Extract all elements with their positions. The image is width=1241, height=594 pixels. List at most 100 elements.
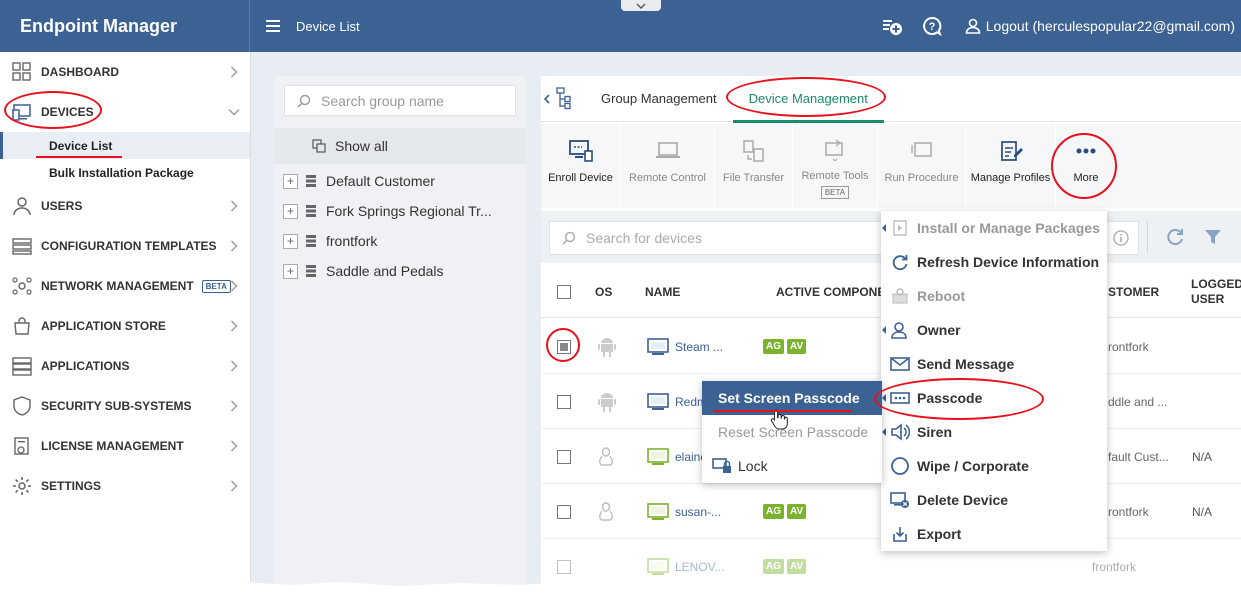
app-title: Endpoint Manager	[0, 0, 250, 52]
menu-item-siren[interactable]: Siren	[881, 415, 1107, 449]
chevron-right-icon	[231, 480, 238, 492]
filter-icon[interactable]	[1203, 227, 1223, 247]
sidebar-item-configuration-templates[interactable]: CONFIGURATION TEMPLATES	[0, 226, 250, 266]
hamburger-menu-icon[interactable]	[266, 20, 280, 32]
row-checkbox[interactable]	[557, 339, 571, 354]
row-checkbox[interactable]	[557, 394, 571, 409]
menu-item-owner[interactable]: Owner	[881, 313, 1107, 347]
speaker-icon	[889, 421, 911, 443]
sidebar-item-users[interactable]: USERS	[0, 186, 250, 226]
expand-icon[interactable]: +	[283, 263, 298, 279]
group-search-input[interactable]	[321, 92, 501, 109]
sidebar-item-devices[interactable]: DEVICES	[0, 92, 250, 132]
toggle-tree-icon[interactable]	[543, 86, 573, 112]
tree-item-group[interactable]: + Default Customer	[283, 166, 435, 196]
refresh-icon[interactable]	[1165, 227, 1185, 247]
logged-user-cell: N/A	[1192, 504, 1213, 519]
sidebar-item-security-sub-systems[interactable]: SECURITY SUB-SYSTEMS	[0, 386, 250, 426]
svg-text:?: ?	[928, 21, 935, 33]
package-icon	[889, 217, 911, 239]
sidebar-item-label: CONFIGURATION TEMPLATES	[41, 239, 217, 253]
tree-item-label: frontfork	[326, 233, 378, 249]
group-panel: Show all + Default Customer + Fork Sprin…	[275, 76, 525, 586]
menu-item-refresh-device-information[interactable]: Refresh Device Information	[881, 245, 1107, 279]
menu-item-delete-device[interactable]: Delete Device	[881, 483, 1107, 517]
submenu-arrow-icon	[882, 428, 886, 436]
device-name-link[interactable]: Steam ...	[675, 319, 723, 374]
chevron-right-icon	[231, 280, 238, 292]
remote-tools-icon	[822, 136, 848, 162]
menu-item-install-packages[interactable]: Install or Manage Packages	[881, 211, 1107, 245]
android-icon	[597, 374, 617, 429]
tab-group-management[interactable]: Group Management	[591, 76, 727, 122]
gear-icon	[12, 476, 32, 496]
tree-item-group[interactable]: + Saddle and Pedals	[283, 256, 444, 286]
column-os[interactable]: OS	[595, 266, 612, 318]
linux-icon	[598, 484, 614, 539]
refresh-icon	[889, 251, 911, 273]
file-transfer-button[interactable]: File Transfer	[715, 124, 793, 208]
passcode-submenu: Set Screen Passcode Reset Screen Passcod…	[702, 381, 882, 483]
add-icon[interactable]	[879, 13, 905, 39]
show-all-row[interactable]: Show all	[275, 128, 525, 164]
database-icon	[306, 205, 316, 217]
column-name[interactable]: NAME	[645, 266, 680, 318]
more-button[interactable]: More	[1056, 124, 1116, 208]
menu-item-lock[interactable]: Lock	[702, 449, 882, 483]
beta-badge: BETA	[820, 186, 850, 199]
device-name-link[interactable]: susan-...	[675, 484, 721, 539]
sidebar-item-settings[interactable]: SETTINGS	[0, 466, 250, 506]
sidebar-item-network-management[interactable]: NETWORK MANAGEMENT BETA	[0, 266, 250, 306]
menu-item-passcode[interactable]: Passcode	[881, 381, 1107, 415]
select-all-checkbox[interactable]	[557, 285, 571, 299]
logout-link[interactable]: Logout (herculespopular22@gmail.com)	[965, 18, 1235, 34]
sidebar-item-label: DASHBOARD	[41, 65, 119, 79]
expand-icon[interactable]: +	[283, 203, 298, 219]
sidebar-subitem-bulk-installation[interactable]: Bulk Installation Package	[0, 159, 250, 186]
column-logged-user[interactable]: LOGGED USER	[1191, 266, 1241, 318]
submenu-arrow-icon	[882, 326, 886, 334]
tab-device-management[interactable]: Device Management	[732, 76, 885, 123]
remote-tools-button[interactable]: Remote Tools BETA	[793, 124, 878, 208]
tree-item-group[interactable]: + Fork Springs Regional Tr...	[283, 196, 492, 226]
menu-item-wipe-corporate[interactable]: Wipe / Corporate	[881, 449, 1107, 483]
sidebar-item-application-store[interactable]: APPLICATION STORE	[0, 306, 250, 346]
sidebar-item-applications[interactable]: APPLICATIONS	[0, 346, 250, 386]
chevron-right-icon	[231, 400, 238, 412]
help-icon[interactable]: ?	[919, 13, 945, 39]
column-active-components[interactable]: ACTIVE COMPONEN	[776, 266, 894, 318]
tree-item-label: Fork Springs Regional Tr...	[326, 203, 492, 219]
customer-cell: rontfork	[1108, 504, 1149, 519]
expand-icon[interactable]: +	[283, 233, 298, 249]
menu-item-export[interactable]: Export	[881, 517, 1107, 551]
wipe-icon	[889, 455, 911, 477]
menu-item-reset-screen-passcode[interactable]: Reset Screen Passcode	[702, 415, 882, 449]
sidebar-item-license-management[interactable]: LICENSE MANAGEMENT	[0, 426, 250, 466]
group-search-box[interactable]	[284, 85, 516, 116]
collapse-header-tab[interactable]	[621, 0, 661, 11]
database-icon	[306, 175, 316, 187]
beta-badge: BETA	[201, 279, 231, 293]
search-icon	[297, 94, 311, 108]
tree-item-group[interactable]: + frontfork	[283, 226, 377, 256]
manage-profiles-button[interactable]: Manage Profiles	[966, 124, 1056, 208]
enroll-device-button[interactable]: Enroll Device	[541, 124, 621, 208]
tabs-row: Group Management Device Management	[541, 76, 1241, 123]
remote-control-button[interactable]: Remote Control	[621, 124, 715, 208]
av-badge: AV	[787, 559, 807, 574]
row-checkbox[interactable]	[557, 559, 571, 574]
run-procedure-button[interactable]: Run Procedure	[878, 124, 966, 208]
row-checkbox[interactable]	[557, 449, 571, 464]
sidebar-item-dashboard[interactable]: DASHBOARD	[0, 52, 250, 92]
info-icon[interactable]	[1113, 230, 1129, 246]
menu-item-reboot[interactable]: Reboot	[881, 279, 1107, 313]
menu-item-send-message[interactable]: Send Message	[881, 347, 1107, 381]
sidebar-subitem-device-list[interactable]: Device List	[0, 132, 250, 159]
delete-device-icon	[889, 489, 911, 511]
column-customer[interactable]: STOMER	[1108, 266, 1159, 318]
row-checkbox[interactable]	[557, 504, 571, 519]
passcode-icon	[889, 387, 911, 409]
menu-item-set-screen-passcode[interactable]: Set Screen Passcode	[702, 381, 882, 415]
expand-icon[interactable]: +	[283, 173, 298, 189]
store-icon	[12, 316, 32, 336]
